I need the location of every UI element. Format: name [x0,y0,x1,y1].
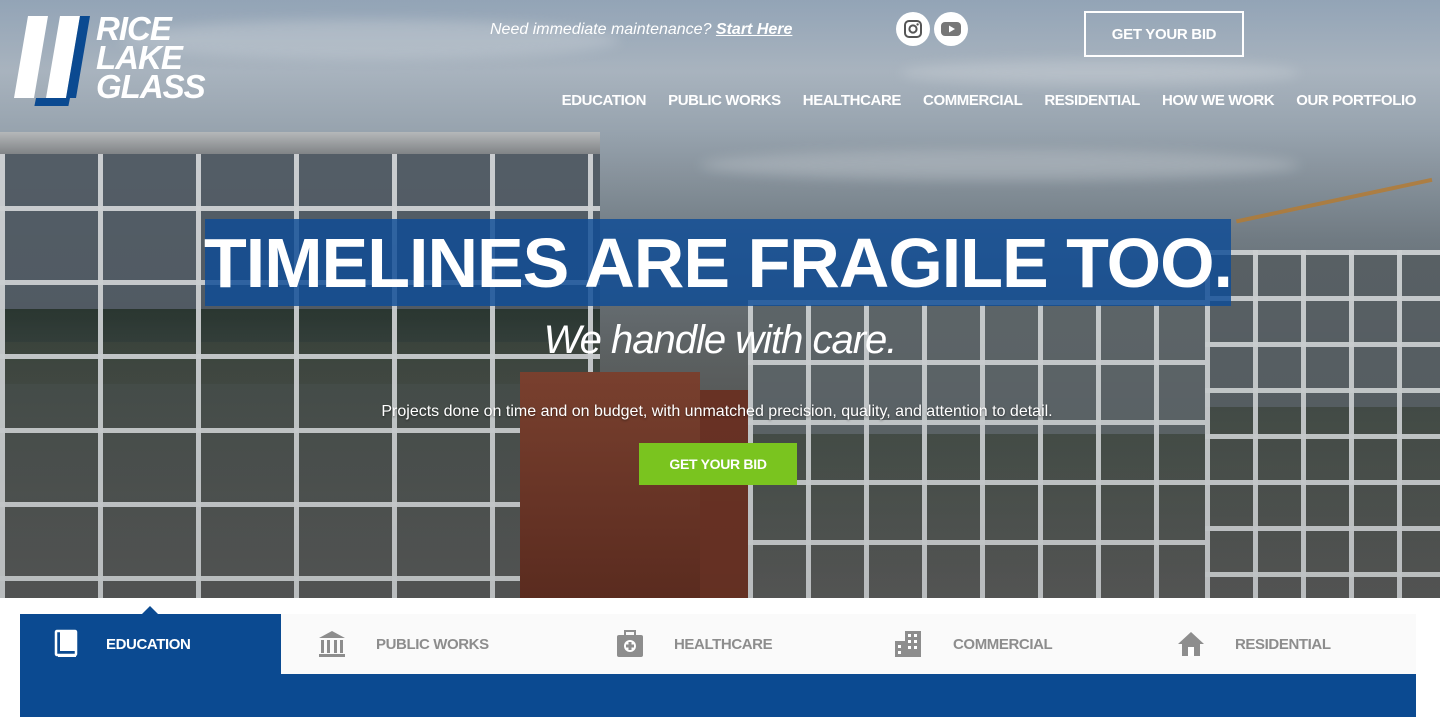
site-logo[interactable]: RICE LAKE GLASS [14,12,224,109]
youtube-icon[interactable] [934,12,968,46]
house-icon [1178,632,1204,656]
maintenance-text: Need immediate maintenance? [490,21,712,38]
logo-line: GLASS [96,68,206,105]
tab-commercial[interactable]: COMMERCIAL [880,614,1140,674]
nav-item-our-portfolio[interactable]: OUR PORTFOLIO [1296,92,1416,109]
bank-icon [319,631,345,657]
main-nav: EDUCATION PUBLIC WORKS HEALTHCARE COMMER… [562,92,1417,109]
tab-label: PUBLIC WORKS [376,635,489,653]
nav-item-how-we-work[interactable]: HOW WE WORK [1162,92,1275,109]
hero-subheadline: We handle with care. [543,318,898,362]
maintenance-prompt: Need immediate maintenance? Start Here [490,21,792,39]
start-here-link[interactable]: Start Here [716,21,792,38]
tab-label: COMMERCIAL [953,635,1053,653]
medical-kit-icon [617,630,643,657]
nav-item-public-works[interactable]: PUBLIC WORKS [668,92,781,109]
tab-label: RESIDENTIAL [1235,635,1331,653]
office-building-icon [895,631,921,657]
tab-label: HEALTHCARE [674,635,773,653]
tab-healthcare[interactable]: HEALTHCARE [600,614,860,674]
tab-content-panel [20,674,1416,717]
book-icon [54,629,78,657]
nav-item-commercial[interactable]: COMMERCIAL [923,92,1023,109]
nav-item-residential[interactable]: RESIDENTIAL [1044,92,1140,109]
tab-education[interactable]: EDUCATION [20,614,281,674]
tab-residential[interactable]: RESIDENTIAL [1160,614,1416,674]
header-get-bid-button[interactable]: GET YOUR BID [1084,11,1244,57]
tab-public-works[interactable]: PUBLIC WORKS [300,614,560,674]
logo-wordmark: RICE LAKE GLASS [96,12,236,105]
nav-item-healthcare[interactable]: HEALTHCARE [803,92,902,109]
hero-headline: TIMELINES ARE FRAGILE TOO. [204,223,1233,302]
tab-label: EDUCATION [106,635,191,653]
logo-mark-icon [14,16,90,106]
instagram-icon[interactable] [896,12,930,46]
hero-get-bid-button[interactable]: GET YOUR BID [639,443,797,485]
nav-item-education[interactable]: EDUCATION [562,92,647,109]
hero-description: Projects done on time and on budget, wit… [381,403,1053,420]
